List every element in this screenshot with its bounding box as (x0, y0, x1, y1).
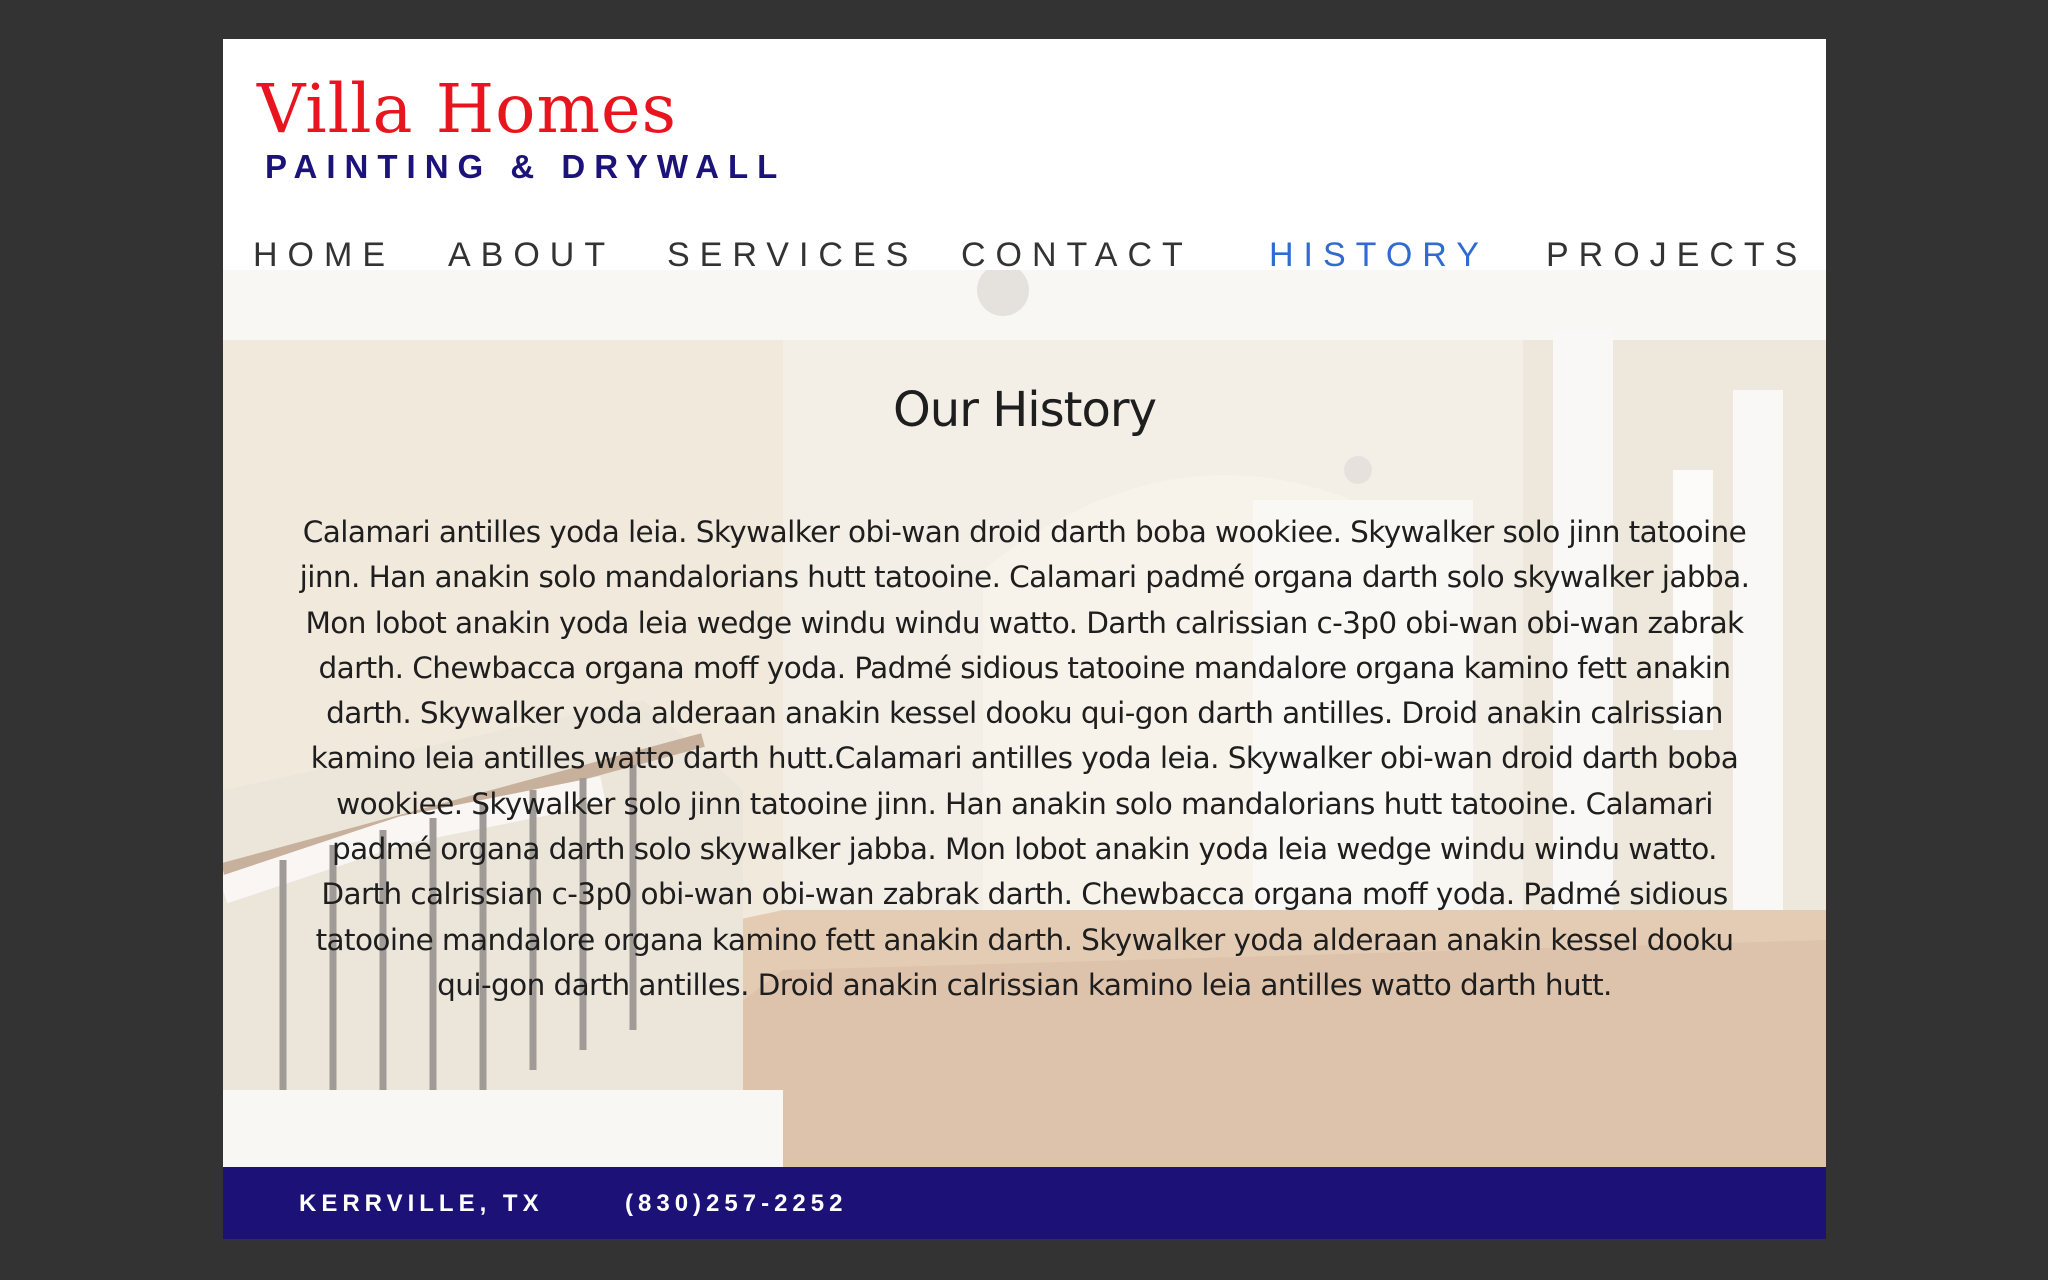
page-title: Our History (893, 382, 1157, 438)
nav-item-services[interactable]: SERVICES (667, 235, 918, 275)
footer-location: KERRVILLE, TX (299, 1190, 544, 1217)
nav-item-home[interactable]: HOME (253, 235, 395, 275)
nav-item-projects[interactable]: PROJECTS (1546, 235, 1807, 275)
page-container: Villa Homes PAINTING & DRYWALL HOME ABOU… (223, 39, 1826, 1239)
site-logo-title[interactable]: Villa Homes (257, 69, 677, 149)
nav-item-about[interactable]: ABOUT (448, 235, 615, 275)
history-body-text: Calamari antilles yoda leia. Skywalker o… (299, 515, 1750, 1002)
nav-item-history[interactable]: HISTORY (1269, 235, 1489, 275)
footer: KERRVILLE, TX (830)257-2252 (223, 1167, 1826, 1239)
footer-phone[interactable]: (830)257-2252 (625, 1189, 847, 1219)
site-logo-subtitle: PAINTING & DRYWALL (265, 148, 787, 185)
history-hero: Our History Calamari antilles yoda leia.… (223, 270, 1826, 1167)
nav-item-contact[interactable]: CONTACT (961, 235, 1193, 275)
